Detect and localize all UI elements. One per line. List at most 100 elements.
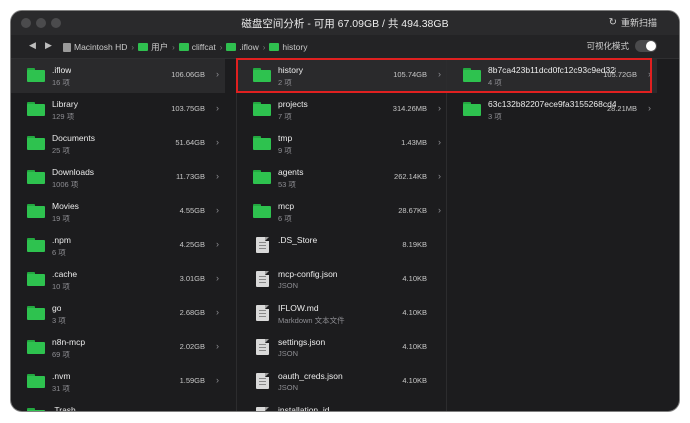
list-item[interactable]: .nvm 31 项 1.59GB › bbox=[11, 365, 225, 399]
folder-icon bbox=[253, 170, 271, 184]
annotation-highlight-box bbox=[236, 58, 652, 93]
folder-body bbox=[27, 104, 45, 116]
chevron-right-icon: › bbox=[216, 137, 219, 147]
item-size: 4.25GB bbox=[179, 240, 205, 249]
doc-line bbox=[259, 279, 266, 280]
list-item[interactable]: go 3 项 2.68GB › bbox=[11, 297, 225, 331]
breadcrumb-item-users[interactable]: 用户 bbox=[138, 41, 168, 53]
hard-disk-icon bbox=[63, 42, 71, 52]
folder-body bbox=[27, 138, 45, 150]
folder-icon bbox=[138, 43, 149, 51]
list-item[interactable]: settings.json JSON 4.10KB bbox=[237, 331, 447, 365]
breadcrumb-item-cliffcat[interactable]: cliffcat bbox=[178, 42, 216, 52]
item-name: tmp bbox=[278, 133, 293, 143]
folder-icon bbox=[27, 238, 45, 252]
list-item[interactable]: mcp 6 项 28.67KB › bbox=[237, 195, 447, 229]
item-detail: 31 项 bbox=[52, 384, 70, 393]
breadcrumb-separator-icon: › bbox=[131, 42, 135, 52]
chevron-right-icon: › bbox=[438, 103, 441, 113]
breadcrumb-label: .iflow bbox=[239, 42, 259, 52]
folder-body bbox=[27, 274, 45, 286]
item-name: 63c132b82207ece9fa3155268cd4! bbox=[488, 99, 616, 109]
document-icon bbox=[256, 271, 269, 287]
item-detail: 129 项 bbox=[52, 112, 75, 121]
item-size: 4.10KB bbox=[402, 274, 427, 283]
list-item[interactable]: IFLOW.md Markdown 文本文件 4.10KB bbox=[237, 297, 447, 331]
back-arrow-icon[interactable]: ◀ bbox=[29, 40, 36, 51]
item-name: IFLOW.md bbox=[278, 303, 319, 313]
item-name: .cache bbox=[52, 269, 78, 279]
folder-body bbox=[253, 206, 271, 218]
doc-line bbox=[259, 378, 266, 379]
item-size: 106.06GB bbox=[171, 70, 205, 79]
item-detail: JSON bbox=[278, 349, 299, 358]
chevron-right-icon: › bbox=[648, 103, 651, 113]
doc-line bbox=[259, 381, 266, 382]
folder-body bbox=[253, 138, 271, 150]
list-item[interactable]: Documents 25 项 51.64GB › bbox=[11, 127, 225, 161]
list-item[interactable]: Downloads 1006 项 11.73GB › bbox=[11, 161, 225, 195]
list-item[interactable]: .DS_Store 8.19KB bbox=[237, 229, 447, 263]
chevron-right-icon: › bbox=[216, 375, 219, 385]
breadcrumb: Macintosh HD › 用户 › cliffcat › .iflow › … bbox=[63, 41, 307, 53]
document-icon bbox=[256, 339, 269, 355]
item-name: agents bbox=[278, 167, 304, 177]
list-item[interactable]: oauth_creds.json JSON 4.10KB bbox=[237, 365, 447, 399]
folder-body bbox=[253, 104, 271, 116]
item-name: .Trash bbox=[52, 405, 76, 411]
column-1: .iflow 16 项 106.06GB › Library 129 项 103.75GB ›… bbox=[11, 59, 225, 411]
list-item[interactable]: .npm 6 项 4.25GB › bbox=[11, 229, 225, 263]
folder-body bbox=[27, 70, 45, 82]
item-size: 11.73GB bbox=[175, 172, 205, 181]
folder-icon bbox=[27, 170, 45, 184]
rescan-button[interactable]: ↻ 重新扫描 bbox=[609, 16, 657, 29]
item-size: 2.02GB bbox=[179, 342, 205, 351]
item-size: 1.43MB bbox=[401, 138, 427, 147]
item-detail: 1006 项 bbox=[52, 180, 79, 189]
list-item[interactable]: tmp 9 项 1.43MB › bbox=[237, 127, 447, 161]
chevron-right-icon: › bbox=[216, 307, 219, 317]
doc-line bbox=[259, 316, 266, 317]
column-2: history 2 项 105.74GB › projects 7 项 314.26MB › t… bbox=[236, 59, 447, 411]
item-detail: JSON bbox=[278, 383, 299, 392]
list-item[interactable]: n8n-mcp 69 项 2.02GB › bbox=[11, 331, 225, 365]
doc-line bbox=[259, 350, 266, 351]
doc-line bbox=[259, 282, 266, 283]
folder-icon bbox=[253, 136, 271, 150]
folder-body bbox=[463, 104, 481, 116]
chevron-right-icon: › bbox=[216, 205, 219, 215]
list-item[interactable]: 63c132b82207ece9fa3155268cd4! 3 项 28.21MB › bbox=[447, 93, 657, 127]
forward-arrow-icon[interactable]: ▶ bbox=[45, 40, 52, 51]
folder-icon bbox=[27, 306, 45, 320]
item-name: settings.json bbox=[278, 337, 326, 347]
list-item[interactable]: mcp-config.json JSON 4.10KB bbox=[237, 263, 447, 297]
breadcrumb-separator-icon: › bbox=[262, 42, 266, 52]
item-size: 1.59GB bbox=[179, 376, 205, 385]
list-item[interactable]: installation_id bbox=[237, 399, 447, 411]
list-item[interactable]: .iflow 16 项 106.06GB › bbox=[11, 59, 225, 93]
breadcrumb-item-history[interactable]: history bbox=[269, 42, 307, 52]
chevron-right-icon: › bbox=[216, 341, 219, 351]
doc-line bbox=[259, 313, 266, 314]
folder-icon bbox=[269, 43, 280, 51]
list-item[interactable]: projects 7 项 314.26MB › bbox=[237, 93, 447, 127]
list-item[interactable]: Movies 19 项 4.55GB › bbox=[11, 195, 225, 229]
folder-icon bbox=[253, 204, 271, 218]
list-item[interactable]: .Trash bbox=[11, 399, 225, 411]
doc-fold bbox=[265, 407, 269, 411]
doc-line bbox=[259, 347, 266, 348]
column-3: 8b7ca423b11dcd0fc12c93c9ed328 4 项 105.72GB… bbox=[446, 59, 657, 411]
list-item[interactable]: .cache 10 项 3.01GB › bbox=[11, 263, 225, 297]
item-detail: 3 项 bbox=[52, 316, 66, 325]
visualize-mode-toggle[interactable] bbox=[635, 40, 657, 52]
doc-line bbox=[259, 384, 266, 385]
breadcrumb-item-iflow[interactable]: .iflow bbox=[226, 42, 259, 52]
refresh-icon: ↻ bbox=[608, 17, 617, 28]
list-item[interactable]: agents 53 项 262.14KB › bbox=[237, 161, 447, 195]
chevron-right-icon: › bbox=[438, 171, 441, 181]
breadcrumb-item-disk[interactable]: Macintosh HD bbox=[63, 42, 127, 52]
list-item[interactable]: Library 129 项 103.75GB › bbox=[11, 93, 225, 127]
folder-icon bbox=[178, 43, 189, 51]
folder-icon bbox=[27, 272, 45, 286]
item-size: 4.55GB bbox=[179, 206, 205, 215]
